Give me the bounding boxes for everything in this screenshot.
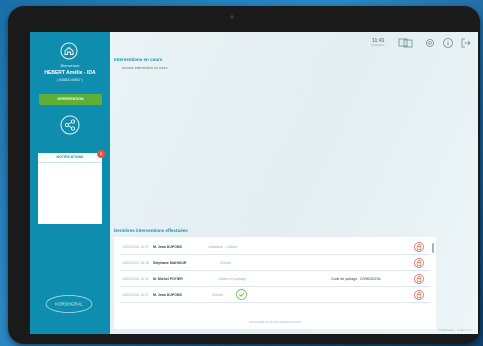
row-action: Clôture: [212, 293, 224, 297]
share-icon[interactable]: [60, 115, 80, 135]
recent-interventions-panel: 19/11/2021 10:37 M. Jean DUPOND Validati…: [114, 237, 436, 329]
intervention-button[interactable]: INTERVENTION: [39, 94, 102, 105]
show-more-link[interactable]: AFFICHER PLUS D'INTERVENTIONS: [114, 320, 436, 324]
row-action: Clôture et partage: [218, 277, 247, 281]
lock-icon[interactable]: [414, 242, 424, 252]
notifications-title: NOTIFICATIONS: [38, 153, 102, 163]
info-icon[interactable]: [442, 37, 454, 49]
lock-icon[interactable]: [414, 258, 424, 268]
row-name: M. Jean DUPOND: [153, 245, 182, 249]
table-row[interactable]: 18/11/2021 10:11 M. Michel POTIER Clôtur…: [120, 272, 430, 287]
settings-icon[interactable]: [424, 37, 436, 49]
row-datetime: 19/11/2021 10:37: [122, 245, 149, 249]
table-row[interactable]: 18/11/2021 15:18 Stéphane MAHIOUR Clôtur…: [120, 256, 430, 271]
current-interventions-empty: Aucune intervention en cours: [122, 66, 168, 70]
welcome-text: Bienvenue: [60, 63, 80, 68]
user-id: ( 80883149807 ): [57, 78, 83, 82]
row-name: Stéphane MAHIOUR: [153, 261, 187, 265]
home-icon[interactable]: [60, 42, 78, 60]
notifications-panel[interactable]: NOTIFICATIONS: [38, 153, 102, 224]
top-toolbar: 11:41 18/11/2021: [358, 32, 478, 54]
row-action: Validation - Clôture: [208, 245, 238, 249]
logout-icon[interactable]: [460, 37, 472, 49]
row-name: M. Jean DUPOND: [153, 293, 182, 297]
current-interventions-title: Interventions en cours: [114, 57, 163, 62]
svg-text:KORDOGRAL: KORDOGRAL: [55, 302, 83, 307]
row-datetime: 18/11/2021 15:18: [122, 261, 149, 265]
row-action: Clôture: [220, 261, 232, 265]
brand-logo: KORDOGRAL: [45, 295, 93, 313]
app-screen: Bienvenue HEBERT Amélie - IDA ( 80883149…: [30, 32, 478, 334]
check-icon[interactable]: [236, 289, 247, 300]
table-row[interactable]: 18/11/2021 10:27 M. Jean DUPOND Clôture: [120, 288, 430, 303]
footer-version: KORDOGRAL - Version 2.7.1: [438, 329, 472, 332]
clock-date: 18/11/2021: [371, 44, 384, 47]
camera: [230, 15, 234, 19]
recent-interventions-title: Dernières interventions effectuées: [114, 228, 188, 233]
row-name: M. Michel POTIER: [153, 277, 183, 281]
user-name: HEBERT Amélie - IDA: [44, 70, 96, 76]
table-row[interactable]: 19/11/2021 10:37 M. Jean DUPOND Validati…: [120, 240, 430, 255]
lock-icon[interactable]: [414, 290, 424, 300]
sidebar: Bienvenue HEBERT Amélie - IDA ( 80883149…: [30, 32, 110, 334]
lock-icon[interactable]: [414, 274, 424, 284]
main-content: 11:41 18/11/2021 Interventions en cours …: [110, 32, 478, 334]
screens-icon[interactable]: [398, 37, 414, 49]
scrollbar[interactable]: [432, 243, 434, 253]
row-share-code: Code de partage : C0R8152234: [331, 277, 381, 281]
row-datetime: 18/11/2021 10:11: [122, 277, 149, 281]
notifications-badge: 1: [97, 150, 105, 158]
row-datetime: 18/11/2021 10:27: [122, 293, 149, 297]
